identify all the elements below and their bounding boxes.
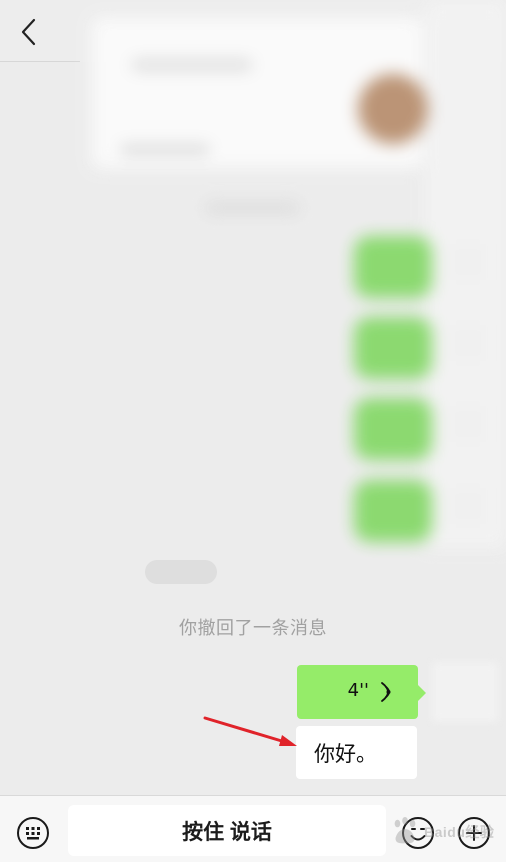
- keyboard-icon[interactable]: [16, 816, 50, 850]
- chevron-left-icon: [21, 18, 36, 46]
- hold-to-talk-button[interactable]: 按住 说话: [68, 805, 386, 856]
- annotation-arrow: [203, 716, 297, 746]
- blurred-message-bubble: [354, 480, 432, 542]
- blurred-link-card: [92, 18, 428, 168]
- transcript-text: 你好。: [314, 741, 377, 766]
- blurred-avatar: [450, 406, 486, 442]
- blurred-time-label: [205, 203, 300, 213]
- blurred-chat-history: [70, 0, 506, 548]
- blurred-card-line: [132, 60, 252, 70]
- back-button[interactable]: [6, 11, 52, 53]
- blurred-card-footer: [120, 145, 210, 155]
- blurred-avatar: [450, 325, 486, 361]
- voice-wave-icon: [381, 682, 391, 702]
- voice-to-text-bubble[interactable]: 你好。: [296, 726, 417, 779]
- blurred-message-bubble: [354, 236, 432, 298]
- blurred-message-bubble: [354, 317, 432, 379]
- voice-message-bubble[interactable]: 4'': [297, 665, 426, 719]
- blurred-avatar: [450, 244, 486, 280]
- blurred-photo: [358, 74, 428, 144]
- blurred-time-pill: [145, 560, 217, 584]
- chat-screen: 你撤回了一条消息 4'' 你好。 按住 说话 Baidu经验: [0, 0, 506, 862]
- emoji-icon[interactable]: [401, 816, 435, 850]
- sender-avatar[interactable]: [432, 662, 498, 722]
- blurred-message-bubble: [354, 398, 432, 460]
- blurred-avatar: [450, 488, 486, 524]
- plus-icon[interactable]: [457, 816, 491, 850]
- recalled-message-notice: 你撤回了一条消息: [179, 618, 327, 639]
- chat-input-bar: 按住 说话: [0, 795, 506, 862]
- voice-duration: 4'': [347, 680, 369, 701]
- header-divider: [0, 61, 80, 62]
